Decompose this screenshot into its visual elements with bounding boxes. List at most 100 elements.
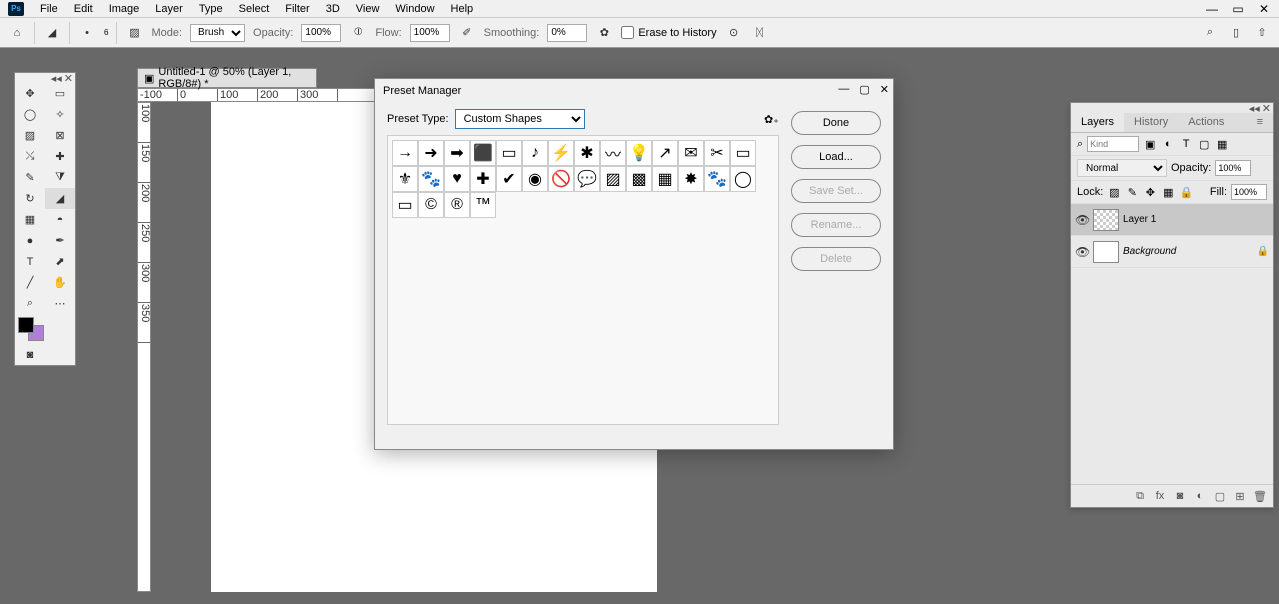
layer-thumbnail[interactable] (1093, 241, 1119, 263)
home-icon[interactable]: ⌂ (8, 24, 26, 42)
tab-history[interactable]: History (1124, 113, 1178, 132)
dialog-maximize-icon[interactable]: ▢ (859, 83, 869, 96)
fill-input[interactable] (1231, 184, 1267, 200)
shape-preset[interactable]: ⬛ (470, 140, 496, 166)
shape-preset[interactable]: 💡 (626, 140, 652, 166)
lock-pixels-icon[interactable]: ✎ (1125, 185, 1139, 199)
menu-type[interactable]: Type (191, 1, 231, 17)
tab-actions[interactable]: Actions (1178, 113, 1234, 132)
type-tool-icon[interactable]: T (15, 251, 45, 272)
menu-select[interactable]: Select (231, 1, 278, 17)
fx-icon[interactable]: fx (1153, 489, 1167, 503)
shape-preset[interactable]: ▭ (730, 140, 756, 166)
opacity-input[interactable] (301, 24, 341, 42)
shape-preset[interactable]: ◯ (730, 166, 756, 192)
shape-preset[interactable]: ✂ (704, 140, 730, 166)
layer-name[interactable]: Background (1123, 246, 1176, 257)
pen-tool-icon[interactable]: ✒ (45, 230, 75, 251)
share-icon[interactable]: ⇧ (1253, 24, 1271, 42)
shape-tool-icon[interactable]: ╱ (15, 272, 45, 293)
lock-artboard-icon[interactable]: ▦ (1161, 185, 1175, 199)
layer-opacity-input[interactable] (1215, 160, 1251, 176)
shape-preset[interactable]: ♪ (522, 140, 548, 166)
link-layers-icon[interactable]: ⧉ (1133, 489, 1147, 503)
adjustment-icon[interactable]: ◐ (1193, 489, 1207, 503)
shape-preset[interactable]: ® (444, 192, 470, 218)
symmetry-icon[interactable]: ᛞ (751, 24, 769, 42)
quick-select-tool-icon[interactable]: ✧ (45, 104, 75, 125)
brush-preset-icon[interactable]: ▨ (125, 24, 143, 42)
filter-adjust-icon[interactable]: ◐ (1161, 137, 1175, 151)
rename-button[interactable]: Rename... (791, 213, 881, 237)
panel-menu-icon[interactable]: ≡ (1247, 113, 1273, 132)
shape-preset[interactable]: ➜ (418, 140, 444, 166)
shape-preset[interactable]: 🐾 (418, 166, 444, 192)
color-swatch[interactable] (15, 314, 75, 344)
menu-view[interactable]: View (348, 1, 388, 17)
preset-gear-icon[interactable]: ✿₊ (764, 113, 779, 126)
layer-thumbnail[interactable] (1093, 209, 1119, 231)
filter-image-icon[interactable]: ▣ (1143, 137, 1157, 151)
workspace-icon[interactable]: ▯ (1227, 24, 1245, 42)
mode-select[interactable]: Brush (190, 24, 245, 42)
eyedropper-tool-icon[interactable]: ⤯ (15, 146, 45, 167)
shape-preset[interactable]: ✔ (496, 166, 522, 192)
shape-preset[interactable]: → (392, 140, 418, 166)
shape-preset[interactable]: ⚡ (548, 140, 574, 166)
healing-tool-icon[interactable]: ✚ (45, 146, 75, 167)
shape-preset[interactable]: ▩ (626, 166, 652, 192)
shape-preset[interactable]: ▭ (392, 192, 418, 218)
tab-layers[interactable]: Layers (1071, 113, 1124, 132)
lock-position-icon[interactable]: ✥ (1143, 185, 1157, 199)
lock-transparent-icon[interactable]: ▨ (1107, 185, 1121, 199)
shape-preset[interactable]: ◉ (522, 166, 548, 192)
shape-preset[interactable]: ▦ (652, 166, 678, 192)
hand-tool-icon[interactable]: ✋ (45, 272, 75, 293)
shape-preset[interactable]: ♥ (444, 166, 470, 192)
layer-name[interactable]: Layer 1 (1123, 214, 1156, 225)
close-icon[interactable]: ✕ (1255, 2, 1273, 16)
layer-item[interactable]: 👁 Background 🔒 (1071, 236, 1273, 268)
menu-image[interactable]: Image (101, 1, 148, 17)
lasso-tool-icon[interactable]: ◯ (15, 104, 45, 125)
crop-tool-icon[interactable]: ▨ (15, 125, 45, 146)
shape-preset[interactable]: 🐾 (704, 166, 730, 192)
airbrush-icon[interactable]: ✐ (458, 24, 476, 42)
move-tool-icon[interactable]: ✥ (15, 83, 45, 104)
dialog-minimize-icon[interactable]: — (838, 83, 849, 96)
trash-icon[interactable]: 🗑 (1253, 489, 1267, 503)
dodge-tool-icon[interactable]: ● (15, 230, 45, 251)
eraser-tool-icon[interactable]: ◢ (45, 188, 75, 209)
layer-item[interactable]: 👁 Layer 1 (1071, 204, 1273, 236)
menu-window[interactable]: Window (387, 1, 442, 17)
filter-smart-icon[interactable]: ▦ (1215, 137, 1229, 151)
shape-preset[interactable]: 〰 (600, 140, 626, 166)
shape-preset[interactable]: ⚜ (392, 166, 418, 192)
done-button[interactable]: Done (791, 111, 881, 135)
dialog-close-icon[interactable]: ✕ (880, 83, 889, 96)
menu-help[interactable]: Help (443, 1, 482, 17)
foreground-color[interactable] (18, 317, 34, 333)
new-layer-icon[interactable]: ⊞ (1233, 489, 1247, 503)
gradient-tool-icon[interactable]: ▦ (15, 209, 45, 230)
shape-preset[interactable]: 🚫 (548, 166, 574, 192)
brush-size-icon[interactable]: • (78, 24, 96, 42)
quick-mask-icon[interactable]: ◙ (15, 344, 45, 365)
filter-type-icon[interactable]: T (1179, 137, 1193, 151)
flow-input[interactable] (410, 24, 450, 42)
gear-icon[interactable]: ✿ (595, 24, 613, 42)
stamp-tool-icon[interactable]: ⧩ (45, 167, 75, 188)
shape-preset[interactable]: ✱ (574, 140, 600, 166)
shape-preset[interactable]: ✸ (678, 166, 704, 192)
group-icon[interactable]: ▢ (1213, 489, 1227, 503)
marquee-tool-icon[interactable]: ▭ (45, 83, 75, 104)
menu-filter[interactable]: Filter (277, 1, 317, 17)
visibility-icon[interactable]: 👁 (1075, 213, 1089, 227)
shape-preset[interactable]: ™ (470, 192, 496, 218)
shape-preset[interactable]: ➡ (444, 140, 470, 166)
smoothing-input[interactable] (547, 24, 587, 42)
shape-preset[interactable]: ↗ (652, 140, 678, 166)
menu-file[interactable]: File (32, 1, 66, 17)
erase-history-checkbox[interactable] (621, 26, 634, 39)
menu-layer[interactable]: Layer (147, 1, 191, 17)
